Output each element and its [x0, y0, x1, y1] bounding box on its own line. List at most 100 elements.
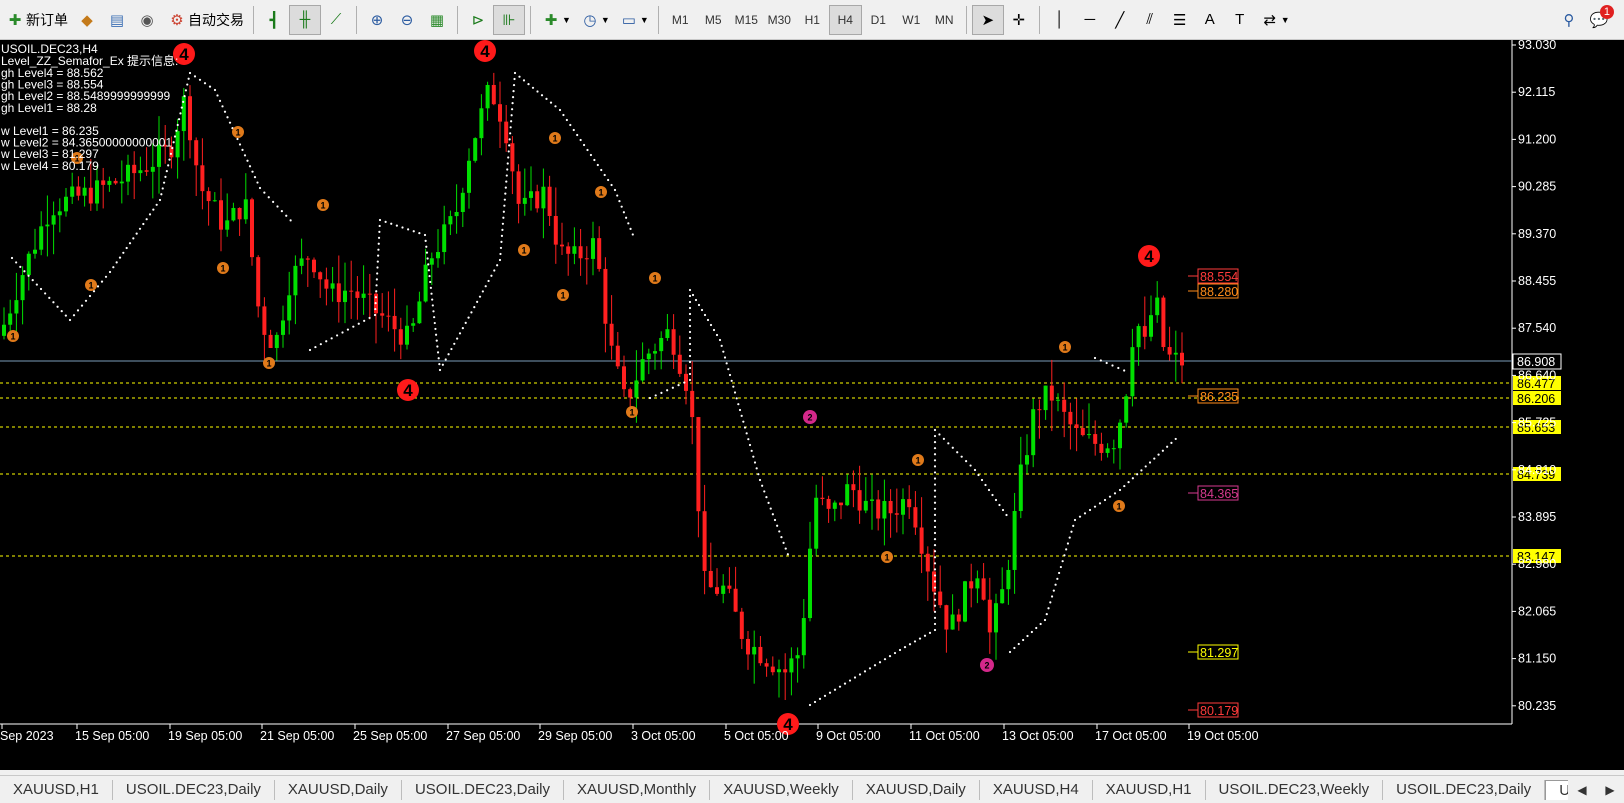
sar-dot — [883, 658, 887, 661]
cursor-button[interactable]: ➤ — [971, 4, 1004, 35]
candlestick-button[interactable]: ╫ — [289, 4, 321, 35]
sar-dot — [700, 308, 704, 312]
timeframe-h4[interactable]: H4 — [828, 4, 862, 35]
tab-scroll-left-icon[interactable]: ◀ — [1577, 783, 1586, 797]
text-label-button[interactable]: T — [1225, 5, 1255, 35]
auto-scroll-button[interactable]: ⊳ — [463, 5, 493, 35]
trendline-button[interactable]: ╱ — [1105, 5, 1135, 35]
chart-tab[interactable]: USOIL.DEC23,Daily — [113, 779, 275, 800]
sar-dot — [627, 222, 630, 225]
tile-windows-button[interactable]: ▦ — [422, 5, 452, 35]
arrows-button[interactable]: ⇄ ▼ — [1255, 5, 1294, 35]
sar-dot — [510, 108, 514, 111]
chart-tab[interactable]: USOIL.DEC23,Daily — [1383, 779, 1546, 800]
horizontal-lines: 86.47786.20685.65384.73983.147 — [0, 360, 1561, 564]
timeframe-d1[interactable]: D1 — [862, 5, 895, 35]
price-axis: 93.030 92.115 91.200 90.285 89.370 88.455 87.5… — [1512, 38, 1556, 713]
sar-dot — [31, 279, 34, 282]
sar-dot — [176, 123, 179, 127]
chart-shift-button[interactable]: ⊪ — [493, 4, 525, 35]
sar-dot — [374, 307, 377, 311]
line-chart-button[interactable]: ⟋ — [321, 5, 351, 35]
periods-button[interactable]: ◷ ▼ — [575, 5, 614, 35]
strategy-tester-button[interactable]: ▤ — [102, 5, 132, 35]
crosshair-button[interactable]: ✛ — [1004, 5, 1034, 35]
candle-body — [752, 646, 757, 655]
indicators-button[interactable]: ✚ ▼ — [536, 5, 575, 35]
sar-dot — [1005, 513, 1008, 517]
horizontal-line-button[interactable]: ─ — [1075, 5, 1105, 35]
semafor-marker-text: 1 — [320, 201, 325, 211]
sar-dot — [933, 489, 937, 492]
new-order-button[interactable]: ✚ 新订单 — [0, 5, 72, 35]
timeframe-m1[interactable]: M1 — [664, 5, 697, 35]
search-button[interactable]: ⚲ — [1554, 5, 1584, 35]
chart-tab[interactable]: XAUUSD,Monthly — [564, 779, 711, 800]
sar-dot — [743, 426, 747, 429]
chart-tab[interactable]: XAUUSD,H4 — [980, 779, 1093, 800]
zoom-in-button[interactable]: ⊕ — [362, 5, 392, 35]
zoom-out-button[interactable]: ⊖ — [392, 5, 422, 35]
candle-body — [640, 359, 645, 381]
sar-dot — [236, 137, 239, 141]
chart-tab[interactable]: XAUUSD,Daily — [275, 779, 402, 800]
channel-button[interactable]: ⫽ — [1135, 5, 1165, 35]
timeframe-mn[interactable]: MN — [928, 5, 961, 35]
candle-body — [535, 191, 540, 209]
vertical-line-button[interactable]: │ — [1045, 5, 1075, 35]
chart-window[interactable]: 86.477 86.206 85.653 84.739 83.147 444442211… — [0, 38, 1624, 770]
history-center-button[interactable]: ◆ — [72, 5, 102, 35]
semafor-marker-text: 1 — [884, 553, 889, 563]
timeframe-m15[interactable]: M15 — [730, 5, 763, 35]
zoom-out-icon: ⊖ — [400, 11, 414, 29]
sar-dot — [456, 337, 459, 340]
sar-dot — [10, 256, 14, 260]
chart-tab[interactable]: USOIL.DEC23,Weekly — [1206, 779, 1384, 800]
candle-body — [361, 293, 366, 298]
timeframe-m30[interactable]: M30 — [763, 5, 796, 35]
sar-dot — [1083, 512, 1087, 515]
chart-tab[interactable]: USOIL.DEC23,Daily — [402, 779, 564, 800]
timeframe-m5[interactable]: M5 — [697, 5, 730, 35]
templates-button[interactable]: ▭ ▼ — [614, 5, 653, 35]
sar-dot — [572, 128, 575, 132]
chart-tab[interactable]: XAUUSD,Weekly — [710, 779, 853, 800]
toolbar-separator — [530, 5, 531, 34]
chart-tab[interactable]: XAUUSD,H1 — [0, 779, 113, 800]
sar-dot — [965, 460, 968, 463]
candle-body — [312, 259, 316, 273]
candle-body — [88, 187, 93, 204]
sar-dot — [502, 216, 505, 219]
candle-body — [1080, 428, 1085, 436]
sar-dot — [933, 501, 937, 504]
auto-trade-button[interactable]: ⚙ 自动交易 — [162, 5, 248, 35]
text-button[interactable]: A — [1195, 5, 1225, 35]
sar-dot — [873, 664, 877, 667]
candle-body — [14, 300, 19, 314]
candle-body — [107, 180, 112, 185]
candle-body — [987, 599, 992, 633]
chart-tab[interactable]: XAUUSD,Daily — [853, 779, 980, 800]
tab-scroll-right-icon[interactable]: ▶ — [1605, 783, 1614, 797]
price-chart[interactable]: 86.47786.20685.65384.73983.147 4 44442211… — [0, 38, 1624, 770]
candle-body — [975, 578, 980, 589]
timeframe-w1[interactable]: W1 — [895, 5, 928, 35]
date-tick-label: Sep 2023 — [0, 729, 54, 743]
sar-dot — [1058, 571, 1061, 575]
candle-body — [634, 380, 639, 398]
fibonacci-button[interactable]: ☰ — [1165, 5, 1195, 35]
sar-dot — [470, 311, 473, 314]
sar-dot — [618, 200, 621, 203]
sar-dot — [1049, 601, 1052, 604]
timeframe-h1[interactable]: H1 — [796, 5, 829, 35]
sar-dot — [464, 321, 467, 324]
notifications-button[interactable]: 💬 1 — [1584, 4, 1614, 35]
chart-tab[interactable]: XAUUSD,H1 — [1093, 779, 1206, 800]
signal-button[interactable]: ◉ — [132, 5, 162, 35]
sar-dot — [933, 525, 937, 529]
sar-dot — [709, 323, 713, 327]
price-tick-label: 81.150 — [1518, 652, 1556, 666]
sar-dot — [96, 285, 100, 288]
sar-dot — [863, 670, 867, 673]
bar-chart-button[interactable]: ┫ — [259, 5, 289, 35]
